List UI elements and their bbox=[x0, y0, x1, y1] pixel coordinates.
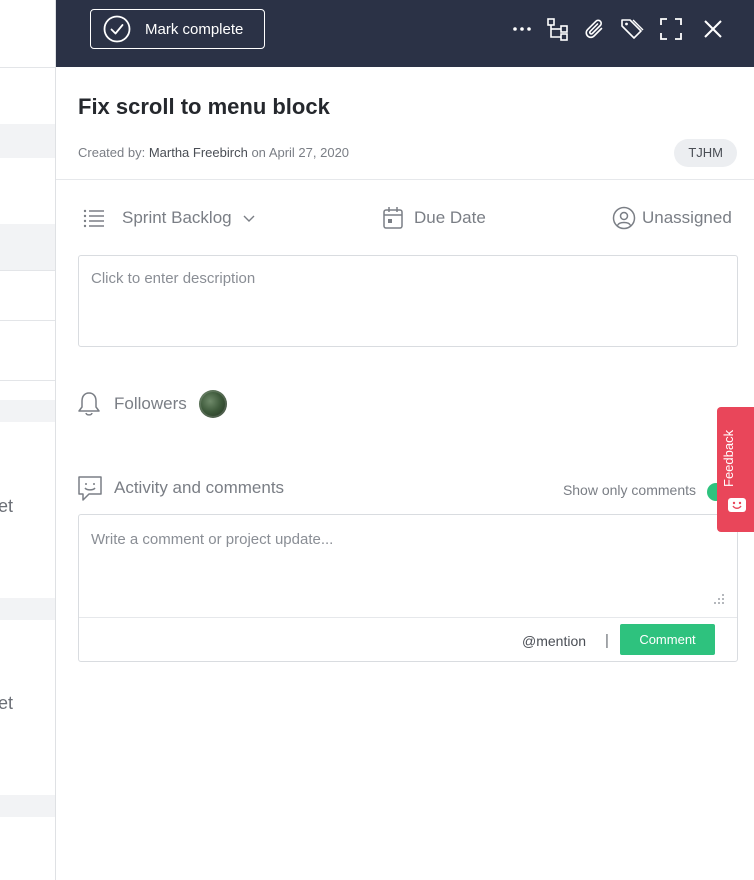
assignee-selector[interactable]: Unassigned bbox=[612, 206, 732, 230]
more-icon[interactable] bbox=[510, 17, 534, 41]
subtask-icon[interactable] bbox=[546, 17, 570, 41]
task-title[interactable]: Fix scroll to menu block bbox=[78, 94, 330, 120]
expand-icon[interactable] bbox=[659, 17, 683, 41]
background-divider bbox=[0, 270, 56, 271]
footer-separator: | bbox=[605, 632, 609, 649]
resize-handle-icon[interactable] bbox=[713, 593, 725, 605]
background-section-band bbox=[0, 124, 56, 158]
mark-complete-label: Mark complete bbox=[145, 20, 244, 38]
background-row-text: et bbox=[0, 496, 14, 516]
background-task-list: et et bbox=[0, 0, 56, 880]
header-divider bbox=[56, 179, 754, 180]
mark-complete-button[interactable]: Mark complete bbox=[90, 9, 265, 49]
comment-composer: Write a comment or project update... @me… bbox=[78, 514, 738, 662]
background-section-band bbox=[0, 400, 56, 422]
background-section-band bbox=[0, 598, 56, 620]
task-properties-row: Sprint Backlog Due Date Unassigned bbox=[56, 202, 754, 238]
check-circle-icon bbox=[103, 15, 131, 43]
due-date-label: Due Date bbox=[414, 208, 486, 227]
smile-chat-icon bbox=[728, 498, 746, 512]
background-row-text: et bbox=[0, 693, 14, 713]
assignee-label: Unassigned bbox=[642, 208, 732, 227]
tag-icon[interactable] bbox=[620, 17, 644, 41]
follower-avatar[interactable] bbox=[198, 390, 227, 418]
user-circle-icon bbox=[612, 206, 636, 230]
followers-label: Followers bbox=[114, 394, 187, 413]
feedback-label: Feedback bbox=[721, 429, 736, 487]
activity-label: Activity and comments bbox=[114, 478, 285, 497]
created-by-name[interactable]: Martha Freebirch bbox=[149, 145, 248, 160]
comment-button[interactable]: Comment bbox=[620, 624, 715, 655]
background-section-band bbox=[0, 795, 56, 817]
calendar-icon bbox=[383, 207, 403, 229]
followers-section: Followers bbox=[76, 390, 227, 418]
feedback-tab[interactable]: Feedback bbox=[717, 407, 754, 532]
task-created-meta: Created by: Martha Freebirch on April 27… bbox=[78, 145, 349, 160]
bell-icon bbox=[78, 392, 100, 416]
comment-footer-divider bbox=[79, 617, 737, 618]
list-icon bbox=[83, 209, 104, 228]
created-date: April 27, 2020 bbox=[268, 145, 350, 160]
task-tag-badge[interactable]: TJHM bbox=[674, 139, 737, 167]
mention-button[interactable]: @mention bbox=[522, 633, 586, 649]
panel-toolbar: Mark complete bbox=[56, 0, 754, 67]
description-placeholder: Click to enter description bbox=[91, 270, 256, 287]
task-detail-panel: Mark complete Fix scroll to menu block C… bbox=[55, 0, 754, 880]
background-header bbox=[0, 0, 56, 68]
show-only-comments-label: Show only comments bbox=[562, 482, 696, 498]
background-divider bbox=[0, 320, 56, 321]
description-field[interactable]: Click to enter description bbox=[78, 255, 738, 347]
close-icon[interactable] bbox=[701, 17, 725, 41]
list-label: Sprint Backlog bbox=[122, 208, 232, 227]
chat-smile-icon bbox=[78, 476, 102, 501]
created-by-label: Created by: bbox=[78, 145, 146, 160]
activity-section-header: Activity and comments bbox=[76, 474, 284, 502]
attachment-icon[interactable] bbox=[583, 17, 607, 41]
background-selected-row bbox=[0, 224, 56, 270]
comment-input[interactable]: Write a comment or project update... bbox=[91, 531, 333, 548]
created-on-label: on bbox=[251, 145, 266, 160]
background-divider bbox=[0, 380, 56, 381]
chevron-down-icon bbox=[243, 215, 255, 222]
due-date-selector[interactable]: Due Date bbox=[382, 206, 486, 230]
list-selector[interactable]: Sprint Backlog bbox=[82, 206, 256, 230]
